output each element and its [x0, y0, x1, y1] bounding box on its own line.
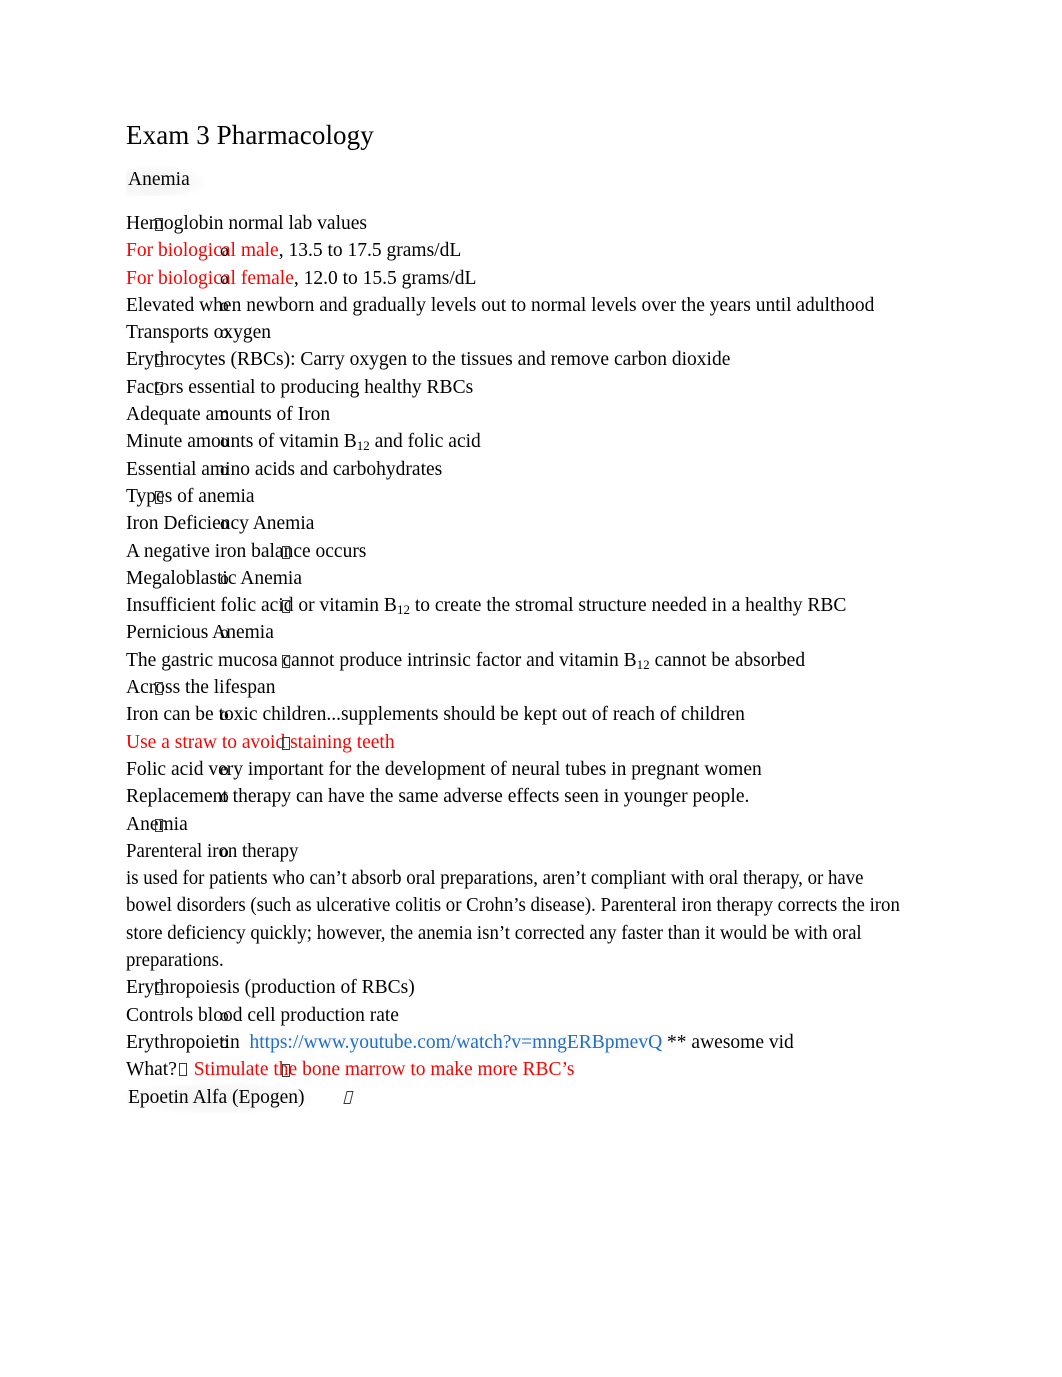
bullet-level2-icon: o [220, 513, 229, 534]
bullet-level1-icon [155, 484, 163, 511]
list-item: o Pernicious Anemia [126, 619, 936, 646]
bullet-level2-icon: o [220, 322, 229, 343]
bullet-level3-icon [282, 1057, 290, 1084]
list-item: Across the lifespan [126, 674, 936, 701]
list-item: o Controls blood cell production rate [126, 1002, 936, 1029]
what-label: What? [126, 1059, 177, 1081]
list-item-label: Minute amounts of vitamin B [126, 431, 357, 453]
bullet-level3-icon [282, 648, 290, 675]
outline-list: Hemoglobin normal lab values o For biolo… [126, 210, 936, 1113]
erythropoietin-note2: awesome vid [691, 1031, 794, 1053]
list-item-label-cont: to create the stromal structure needed i… [410, 595, 847, 617]
list-item-label: Insufficient folic acid or vitamin B [126, 595, 397, 617]
list-item: o Essential amino acids and carbohydrate… [126, 456, 936, 483]
list-item-label: The gastric mucosa cannot produce intrin… [126, 649, 637, 671]
list-item: Types of anemia [126, 483, 936, 510]
list-item: Erythropoiesis (production of RBCs) [126, 974, 936, 1001]
erythropoietin-note: ** [667, 1031, 687, 1053]
list-item: Factors essential to producing healthy R… [126, 374, 936, 401]
bullet-level2-icon: o [220, 240, 229, 261]
list-item-label: Megaloblastic Anemia [126, 567, 302, 589]
what-answer: Stimulate the bone marrow to make more R… [193, 1059, 575, 1081]
bullet-level2-icon: o [220, 1031, 229, 1052]
list-item: Erythrocytes (RBCs): Carry oxygen to the… [126, 346, 936, 373]
list-item-label: Controls blood cell production rate [126, 1004, 399, 1026]
bullet-level3-icon [282, 593, 290, 620]
bullet-level1-icon [155, 975, 163, 1002]
bullet-level2-icon: o [220, 1004, 229, 1025]
bullet-level3-icon [282, 539, 290, 566]
list-item: What? Stimulate the bone marrow to make … [126, 1056, 936, 1083]
list-item-label: Erythrocytes (RBCs): Carry oxygen to the… [126, 349, 731, 371]
biological-male-label: For biological male [126, 240, 279, 262]
youtube-video-link[interactable]: https://www.youtube.com/watch?v=mngERBpm… [249, 1031, 663, 1053]
list-item-label-cont: and folic acid [369, 431, 481, 453]
bullet-level2-icon: o [220, 431, 229, 452]
list-item-paragraph: o Parenteral iron therapyis used for pat… [126, 838, 936, 974]
list-item-label: Essential amino acids and carbohydrates [126, 458, 443, 480]
list-item: o Transports oxygen [126, 319, 936, 346]
bullet-level1-icon [155, 347, 163, 374]
bullet-level2-icon: o [220, 458, 229, 479]
section-subheading: Anemia [126, 166, 204, 196]
biological-female-value: , 12.0 to 15.5 grams/dL [293, 267, 477, 289]
bullet-level2-icon: o [220, 267, 229, 288]
list-item: o Minute amounts of vitamin B12 and foli… [126, 428, 936, 455]
list-item: Use a straw to avoid staining teeth [126, 729, 936, 756]
list-item: o Iron Deficiency Anemia [126, 510, 936, 537]
page-title: Exam 3 Pharmacology [126, 120, 374, 150]
bullet-level1-icon [155, 812, 163, 839]
bullet-level2-icon: o [220, 294, 229, 315]
document-page: Exam 3 Pharmacology Anemia Hemoglobin no… [0, 0, 1062, 1377]
bullet-level1-icon [155, 675, 163, 702]
bullet-level2-icon: o [220, 404, 229, 425]
list-item: A negative iron balance occurs [126, 538, 936, 565]
list-item: o Folic acid very important for the deve… [126, 756, 936, 783]
list-item: o Erythropoietin https://www.youtube.com… [126, 1029, 936, 1056]
list-item-label: A negative iron balance occurs [126, 540, 367, 562]
list-item-label: Transports oxygen [126, 322, 271, 344]
bullet-level2-icon: o [220, 622, 229, 643]
bullet-level1-icon [155, 375, 163, 402]
bullet-level1-icon [155, 211, 163, 238]
parenteral-iron-therapy-body: is used for patients who can’t absorb or… [126, 868, 900, 972]
vitamin-b12-subscript: 12 [396, 602, 410, 618]
bullet-level3-icon [282, 730, 290, 757]
list-item: o Adequate amounts of Iron [126, 401, 936, 428]
list-item: o Iron can be toxic children...supplemen… [126, 701, 936, 728]
epoetin-alfa-label: Epoetin Alfa (Epogen) [126, 1083, 311, 1113]
list-item-label: Pernicious Anemia [126, 622, 274, 644]
list-item: o Megaloblastic Anemia [126, 565, 936, 592]
list-item: Hemoglobin normal lab values [126, 210, 936, 237]
list-item-label: Across the lifespan [126, 677, 276, 699]
list-item-label: Erythropoiesis (production of RBCs) [126, 977, 415, 999]
bullet-level2-icon: o [220, 758, 229, 779]
list-item: Epoetin Alfa (Epogen) [126, 1083, 936, 1113]
list-item-label: Iron can be toxic children...supplements… [126, 704, 745, 726]
list-item: Insufficient folic acid or vitamin B12 t… [126, 592, 936, 619]
list-item: o Elevated when newborn and gradually le… [126, 292, 936, 319]
parenteral-iron-therapy-label: Parenteral iron therapy [126, 840, 299, 862]
biological-male-value: , 13.5 to 17.5 grams/dL [278, 240, 462, 262]
biological-female-label: For biological female [126, 267, 294, 289]
list-item: Anemia [126, 811, 936, 838]
vitamin-b12-subscript: 12 [636, 656, 650, 672]
bullet-level2-icon: o [220, 567, 229, 588]
bullet-level4-icon [343, 1085, 354, 1112]
list-item: o Replacement therapy can have the same … [126, 783, 936, 810]
inline-wingding-icon [178, 1063, 187, 1077]
bullet-level2-icon: o [220, 786, 229, 807]
list-item-label-cont: cannot be absorbed [649, 649, 806, 671]
list-item-label: Factors essential to producing healthy R… [126, 376, 474, 398]
list-item-label: Elevated when newborn and gradually leve… [126, 294, 875, 316]
bullet-level2-icon: o [220, 704, 229, 725]
list-item: o For biological female, 12.0 to 15.5 gr… [126, 265, 936, 292]
list-item-label: Types of anemia [126, 485, 255, 507]
use-a-straw-note: Use a straw to avoid staining teeth [126, 731, 395, 753]
vitamin-b12-subscript: 12 [356, 438, 370, 454]
list-item: The gastric mucosa cannot produce intrin… [126, 647, 936, 674]
list-item: o For biological male, 13.5 to 17.5 gram… [126, 237, 936, 264]
